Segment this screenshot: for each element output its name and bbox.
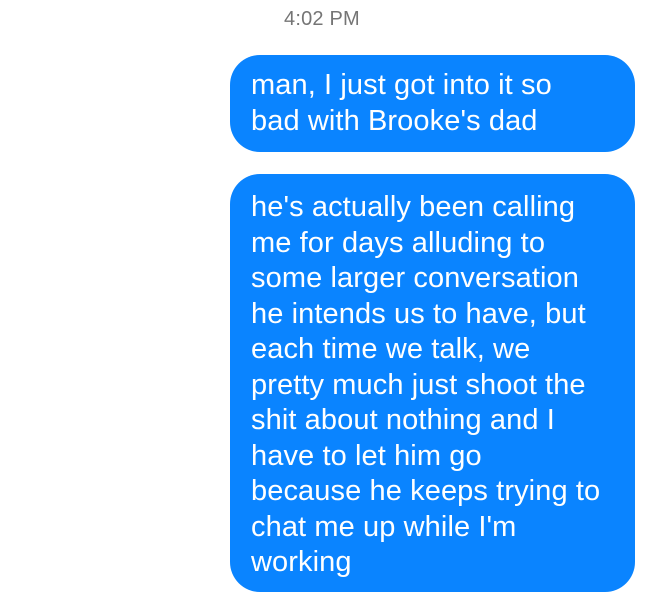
- sent-message-bubble[interactable]: man, I just got into it so bad with Broo…: [230, 55, 635, 152]
- message-text-line: me for days alluding to: [251, 226, 546, 259]
- message-timestamp: 4:02 PM: [284, 8, 360, 30]
- message-thread: 4:02 PM man, I just got into it so bad w…: [0, 0, 648, 606]
- message-text-line: each time we talk, we: [251, 333, 531, 365]
- message-text-line: because he keeps trying to: [251, 475, 601, 507]
- message-text-line: pretty much just shoot the: [251, 368, 586, 401]
- message-text-line: working: [251, 546, 352, 578]
- message-text-line: he's actually been calling: [251, 191, 576, 223]
- message-text-line: shit about nothing and I: [251, 404, 555, 436]
- sent-message-bubble[interactable]: he's actually been calling me for days a…: [230, 174, 635, 592]
- message-text-line: chat me up while I'm: [251, 510, 517, 543]
- message-text-line: some larger conversation: [251, 262, 579, 294]
- message-text-line: man, I just got into it so: [251, 69, 552, 101]
- message-text-line: have to let him go: [251, 439, 482, 472]
- message-text-line: bad with Brooke's dad: [251, 104, 538, 137]
- message-text-line: he intends us to have, but: [251, 297, 586, 330]
